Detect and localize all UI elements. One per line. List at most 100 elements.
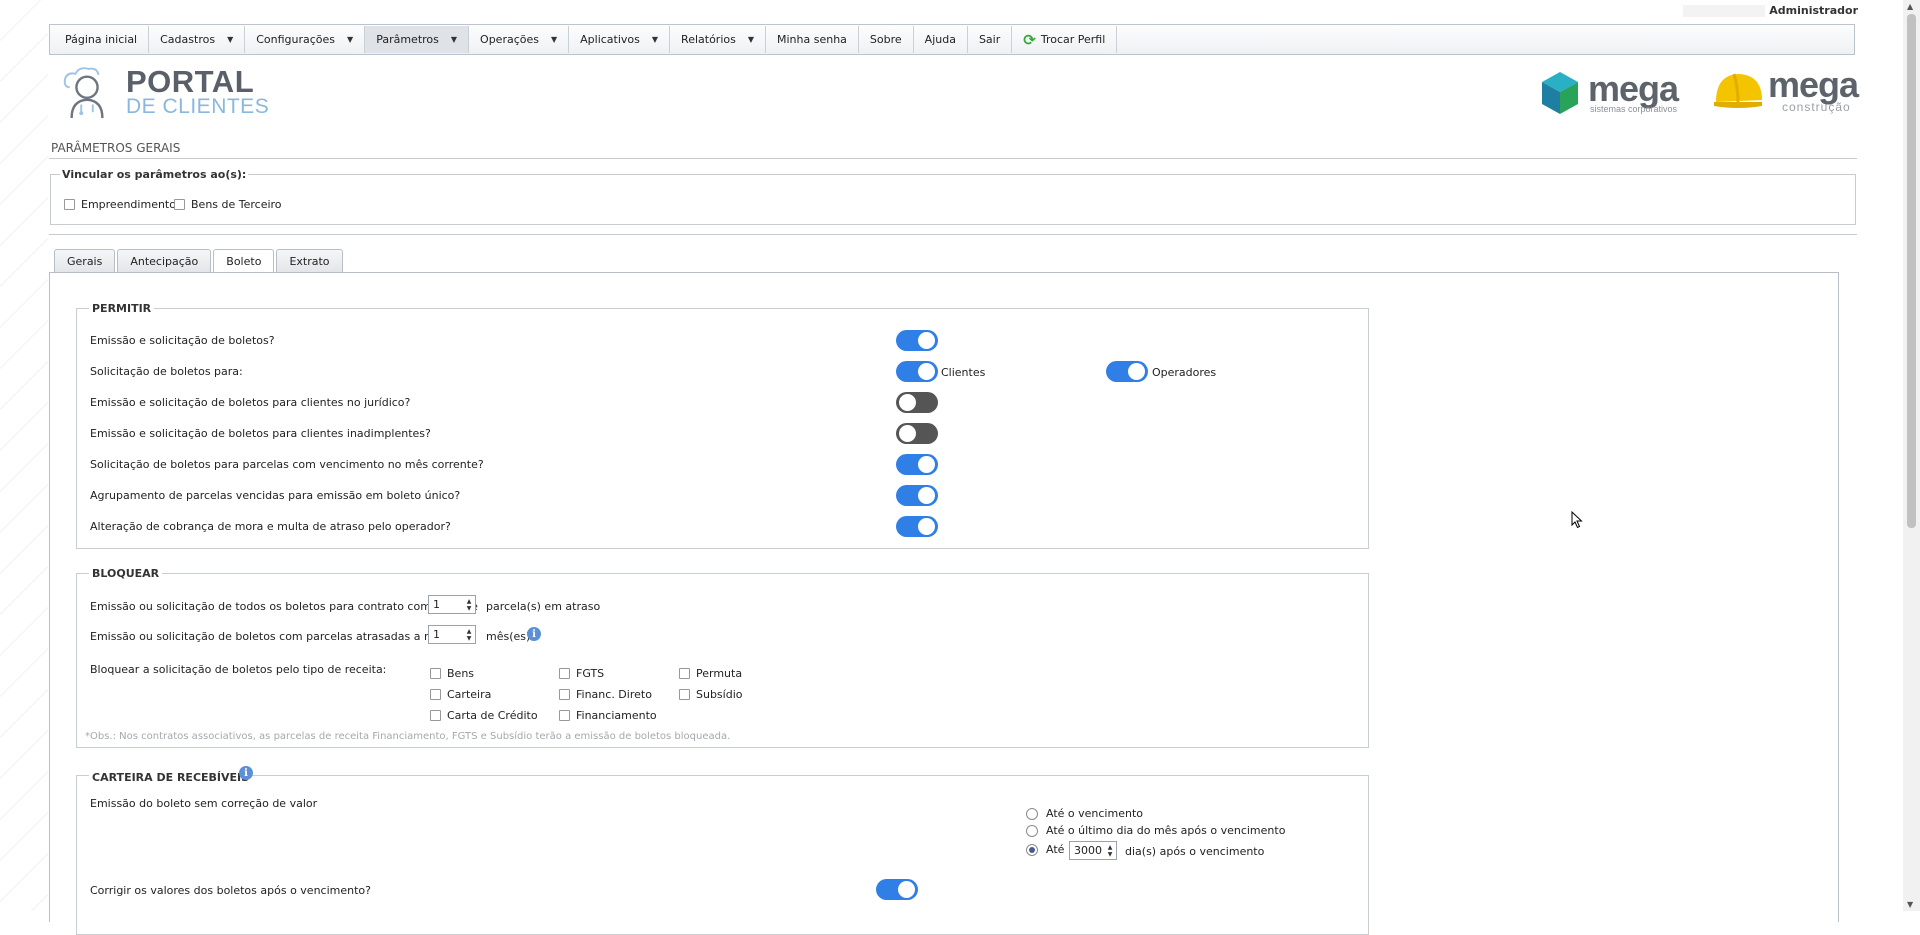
bloquear-label-receita: Bloquear a solicitação de boletos pelo t… [90, 663, 387, 676]
scrollbar-thumb[interactable] [1907, 14, 1916, 528]
checkbox-bens-de-terceiro[interactable]: Bens de Terceiro [174, 198, 282, 211]
permitir-label-inadimplentes: Emissão e solicitação de boletos para cl… [90, 427, 431, 440]
toggle-alteracao-mora[interactable] [896, 516, 938, 537]
helmet-icon [1714, 73, 1762, 108]
menu-item-relatorios[interactable]: Relatórios ▼ [670, 26, 766, 53]
menu-item-trocar-perfil[interactable]: ⟳ Trocar Perfil [1012, 26, 1118, 53]
toggle-mes-corrente[interactable] [896, 454, 938, 475]
divider [49, 234, 1857, 235]
tab-boleto[interactable]: Boleto [213, 249, 275, 273]
radio-button[interactable] [1026, 824, 1038, 837]
main-menu: Página inicial Cadastros ▼ Configurações ▼… [49, 24, 1855, 55]
scroll-up-icon[interactable]: ▲ [1907, 2, 1913, 11]
user-avatar-placeholder [1683, 5, 1766, 17]
info-icon[interactable]: i [527, 627, 541, 641]
permitir-label-emissao: Emissão e solicitação de boletos? [90, 334, 275, 347]
permitir-label-alteracao-mora: Alteração de cobrança de mora e multa de… [90, 520, 451, 533]
menu-item-ajuda[interactable]: Ajuda [914, 26, 968, 53]
checkbox[interactable] [430, 689, 441, 700]
mega-subtitle: sistemas corporativos [1590, 104, 1678, 114]
permitir-label-solicitacao-para: Solicitação de boletos para: [90, 365, 243, 378]
chevron-down-icon: ▼ [747, 35, 754, 44]
checkbox[interactable] [679, 689, 690, 700]
mega-construcao-logo: mega construção [1712, 67, 1859, 116]
divider [49, 158, 1857, 159]
stepper-arrows-icon[interactable]: ▲ ▼ [463, 596, 475, 613]
mega-subtitle: construção [1782, 100, 1851, 114]
chevron-down-icon: ▼ [651, 35, 659, 44]
radio-ate-dias[interactable]: Até [1026, 843, 1064, 856]
toggle-clientes-juridico[interactable] [896, 392, 938, 413]
portal-logo-subtitle: DE CLIENTES [126, 95, 270, 118]
menu-item-sair[interactable]: Sair [968, 26, 1013, 53]
background-pattern [0, 0, 48, 911]
carteira-legend: CARTEIRA DE RECEBÍVEIS [89, 771, 253, 784]
radio-ultimo-dia-mes[interactable]: Até o último dia do mês após o venciment… [1026, 824, 1285, 837]
chevron-down-icon: ▼ [450, 35, 458, 44]
checkbox-receita-financ-direto[interactable]: Financ. Direto [559, 688, 652, 701]
bloquear-obs-note: *Obs.: Nos contratos associativos, as pa… [85, 731, 731, 742]
bloquear-label-meses: Emissão ou solicitação de boletos com pa… [90, 630, 468, 643]
vertical-scrollbar[interactable]: ▲ ▼ [1903, 0, 1920, 911]
parcelas-atraso-stepper[interactable]: 1 ▲ ▼ [428, 595, 476, 614]
bloquear-suffix-parcelas: parcela(s) em atraso [486, 600, 601, 613]
toggle-clientes-inadimplentes[interactable] [896, 423, 938, 444]
portal-mascot-icon [63, 67, 104, 119]
menu-item-aplicativos[interactable]: Aplicativos ▼ [569, 26, 671, 53]
portal-logo-title: PORTAL [126, 64, 255, 99]
toggle-agrupamento[interactable] [896, 485, 938, 506]
info-icon[interactable]: i [239, 766, 253, 780]
menu-item-configuracoes[interactable]: Configurações ▼ [245, 26, 366, 53]
stepper-arrows-icon[interactable]: ▲ ▼ [463, 626, 475, 643]
toggle-solicitacao-clientes[interactable] [896, 361, 938, 382]
dias-apos-vencimento-stepper[interactable]: 3000 ▲ ▼ [1069, 841, 1117, 860]
checkbox[interactable] [559, 668, 570, 679]
checkbox[interactable] [430, 710, 441, 721]
checkbox-receita-financiamento[interactable]: Financiamento [559, 709, 657, 722]
toggle-emissao-boletos[interactable] [896, 330, 938, 351]
menu-item-pagina-inicial[interactable]: Página inicial [54, 26, 150, 53]
checkbox[interactable] [559, 689, 570, 700]
stepper-arrows-icon[interactable]: ▲ ▼ [1104, 842, 1116, 859]
checkbox-receita-carta-credito[interactable]: Carta de Crédito [430, 709, 538, 722]
chevron-down-icon: ▼ [347, 35, 354, 44]
checkbox-receita-subsidio[interactable]: Subsídio [679, 688, 743, 701]
checkbox-empreendimento[interactable]: Empreendimento [64, 198, 176, 211]
radio-button[interactable] [1026, 843, 1038, 856]
checkbox-receita-fgts[interactable]: FGTS [559, 667, 604, 680]
mouse-cursor-icon [1571, 511, 1583, 529]
user-bar: Administrador [1683, 4, 1858, 17]
toggle-solicitacao-operadores[interactable] [1106, 361, 1148, 382]
bloquear-label-contrato: Emissão ou solicitação de todos os bolet… [90, 600, 478, 613]
menu-item-sobre[interactable]: Sobre [859, 26, 914, 53]
menu-item-minha-senha[interactable]: Minha senha [766, 26, 859, 53]
radio-button[interactable] [1026, 807, 1038, 820]
menu-item-cadastros[interactable]: Cadastros ▼ [149, 26, 246, 53]
bloquear-legend: BLOQUEAR [89, 567, 163, 580]
checkbox-receita-carteira[interactable]: Carteira [430, 688, 491, 701]
checkbox[interactable] [174, 199, 185, 210]
checkbox-receita-bens[interactable]: Bens [430, 667, 474, 680]
menu-item-operacoes[interactable]: Operações ▼ [469, 26, 570, 53]
tab-extrato[interactable]: Extrato [276, 249, 343, 272]
meses-atraso-stepper[interactable]: 1 ▲ ▼ [428, 625, 476, 644]
radio-ate-vencimento[interactable]: Até o vencimento [1026, 807, 1143, 820]
checkbox[interactable] [559, 710, 570, 721]
menu-item-parametros[interactable]: Parâmetros ▼ [365, 26, 470, 53]
permitir-label-juridico: Emissão e solicitação de boletos para cl… [90, 396, 411, 409]
chevron-down-icon: ▼ [227, 35, 234, 44]
user-name: Administrador [1769, 4, 1858, 17]
mega-word: mega [1588, 68, 1679, 109]
vincular-fieldset [50, 174, 1856, 225]
checkbox[interactable] [679, 668, 690, 679]
tab-gerais[interactable]: Gerais [54, 249, 116, 272]
toggle-corrigir-valores[interactable] [876, 879, 918, 900]
checkbox[interactable] [64, 199, 75, 210]
tab-antecipacao[interactable]: Antecipação [117, 249, 212, 272]
label-clientes: Clientes [941, 366, 986, 379]
page-title: PARÂMETROS GERAIS [51, 141, 181, 155]
checkbox-receita-permuta[interactable]: Permuta [679, 667, 742, 680]
checkbox[interactable] [430, 668, 441, 679]
scroll-down-icon[interactable]: ▼ [1907, 900, 1913, 909]
bloquear-suffix-meses: mês(es) [486, 630, 531, 643]
